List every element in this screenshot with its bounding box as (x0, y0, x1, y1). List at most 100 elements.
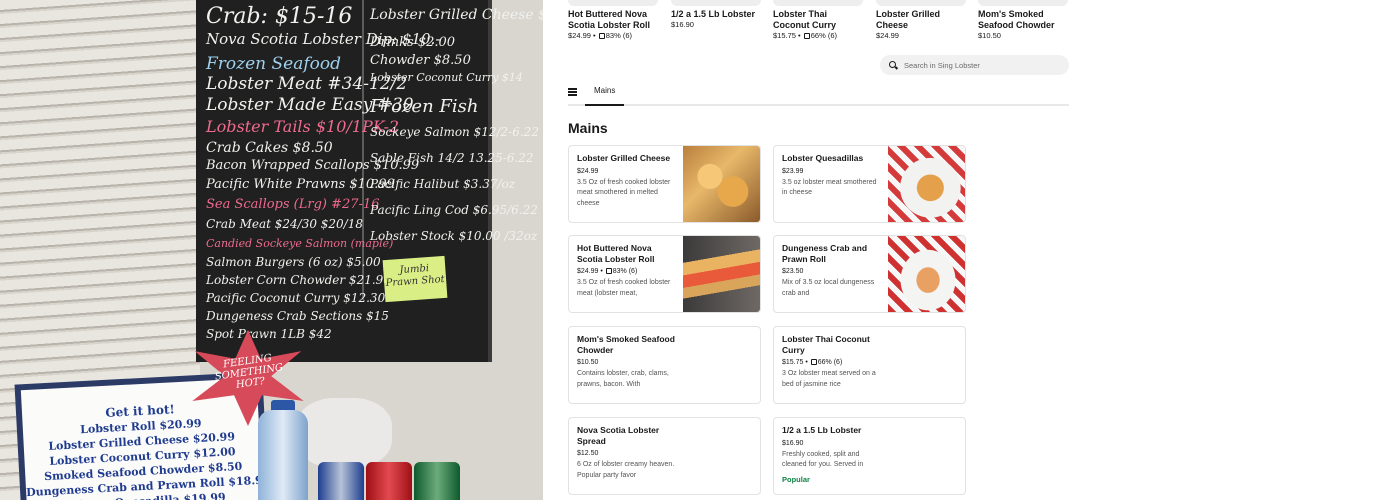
featured-item-name: Lobster Thai Coconut Curry (773, 9, 836, 30)
menu-item-description: 3 Oz lobster meat served on a bed of jas… (782, 370, 876, 388)
chalk-line: Pacific Coconut Curry $12.30 (206, 291, 386, 305)
chalk-line: Lobster Corn Chowder $21.90 (206, 273, 391, 287)
featured-item-image (876, 0, 966, 6)
menu-item-meta: $24.99 • 83% (6) (577, 268, 638, 275)
chalk-line: Lobster Stock $10.00 /32oz (370, 229, 538, 243)
menu-item-description: Contains lobster, crab, clams, prawns, b… (577, 370, 669, 388)
menu-item-image (888, 236, 965, 312)
search-icon (889, 61, 896, 68)
featured-item-rating: 83% (6) (605, 31, 633, 40)
chalk-line: Crab Meat $24/30 $20/18 (206, 217, 363, 231)
chalk-line: Frozen Seafood (206, 54, 342, 74)
menu-item-description: 3.5 oz lobster meat smothered in cheese (782, 178, 877, 197)
chalk-line: Salmon Burgers (6 oz) $5.00 (206, 255, 381, 269)
chalk-line: Drinks $2.00 (370, 35, 456, 50)
menu-item-name: Hot Buttered Nova Scotia Lobster Roll (577, 243, 655, 264)
chalk-line: Pacific Ling Cod $6.95/6.22 (370, 203, 538, 217)
plastic-bag (296, 398, 392, 468)
menu-item-card[interactable]: Lobster Thai Coconut Curry $15.75 • 66% … (773, 326, 966, 404)
soda-can (366, 462, 412, 500)
featured-item-price: $24.99 (568, 31, 591, 40)
category-tabs: Mains (568, 78, 1069, 106)
featured-item-image (773, 0, 863, 6)
menu-item-info: Mom's Smoked Seafood Chowder $10.50 Cont… (577, 334, 677, 400)
chalk-line: Pacific White Prawns $10.99 (206, 177, 395, 192)
menu-item-name: Dungeness Crab and Prawn Roll (782, 243, 868, 264)
menu-item-card[interactable]: Dungeness Crab and Prawn Roll $23.50 Mix… (773, 235, 966, 313)
menu-panel: Hot Buttered Nova Scotia Lobster Roll $2… (543, 0, 1400, 500)
popular-badge: Popular (782, 475, 810, 484)
section-title: Mains (568, 120, 608, 136)
store-page: Crab: $15-16 Nova Scotia Lobster Dip: $1… (0, 0, 1400, 500)
chalk-line: Sockeye Salmon $12/2-6.22 (370, 125, 539, 139)
featured-item-name: Mom's Smoked Seafood Chowder (978, 9, 1055, 30)
menu-item-info: 1/2 a 1.5 Lb Lobster $16.90 Freshly cook… (782, 425, 882, 471)
chalk-line: Frozen Fish (370, 96, 479, 117)
chalk-line: Crab Cakes $8.50 (206, 140, 333, 156)
chalk-line: Chowder $8.50 (370, 53, 471, 68)
store-hero-photo: Crab: $15-16 Nova Scotia Lobster Dip: $1… (0, 0, 543, 500)
menu-item-price: $15.75 (782, 359, 804, 366)
featured-item-name: Hot Buttered Nova Scotia Lobster Roll (568, 9, 651, 30)
chalk-line: Sea Scallops (Lrg) #27-16 (206, 197, 380, 212)
featured-items-carousel: Hot Buttered Nova Scotia Lobster Roll $2… (568, 0, 1088, 50)
menu-item-rating: 66% (6) (817, 359, 843, 366)
menu-item-card[interactable]: Lobster Grilled Cheese $24.99 3.5 Oz of … (568, 145, 761, 223)
menu-item-card[interactable]: Nova Scotia Lobster Spread $12.50 6 Oz o… (568, 417, 761, 495)
menu-item-card[interactable]: 1/2 a 1.5 Lb Lobster $16.90 Freshly cook… (773, 417, 966, 495)
tab-mains[interactable]: Mains (585, 78, 625, 106)
featured-item-name: Lobster Grilled Cheese (876, 9, 941, 30)
menu-item-description: 6 Oz of lobster creamy heaven. Popular p… (577, 461, 675, 479)
menu-item-price: $23.50 (782, 268, 804, 275)
soda-can (318, 462, 364, 500)
featured-item-image (978, 0, 1068, 6)
featured-item-image (568, 0, 658, 6)
menu-item-info: Lobster Grilled Cheese $24.99 3.5 Oz of … (577, 153, 677, 209)
chalk-line: Spot Prawn 1LB $42 (206, 327, 332, 341)
featured-item-meta: $24.99 • 83% (6) (568, 31, 633, 40)
menu-item-image (888, 146, 965, 222)
featured-item-rating: 66% (6) (810, 31, 838, 40)
menu-item-price: $23.99 (782, 167, 804, 175)
menu-search[interactable] (880, 55, 1069, 75)
water-bottle (258, 410, 308, 500)
menu-item-description: 3.5 Oz of fresh cooked lobster meat smot… (577, 178, 671, 207)
menu-item-meta: $15.75 • 66% (6) (782, 359, 843, 366)
menu-item-info: Nova Scotia Lobster Spread $12.50 6 Oz o… (577, 425, 677, 491)
menu-item-price: $12.50 (577, 450, 599, 457)
chalk-line: Candied Sockeye Salmon (maple) (206, 237, 394, 250)
featured-item-price: $10.50 (978, 31, 1001, 40)
menu-item-price: $24.99 (577, 268, 599, 275)
thumbs-up-icon (810, 359, 817, 365)
menu-item-card[interactable]: Mom's Smoked Seafood Chowder $10.50 Cont… (568, 326, 761, 404)
featured-item-meta: $15.75 • 66% (6) (773, 31, 838, 40)
chalk-line: Sable Fish 14/2 13.25-6.22 (370, 151, 534, 165)
thumbs-up-icon (605, 268, 612, 274)
featured-item-image (671, 0, 761, 6)
menu-item-name: Nova Scotia Lobster Spread (577, 425, 660, 446)
menu-item-card[interactable]: Hot Buttered Nova Scotia Lobster Roll $2… (568, 235, 761, 313)
menu-item-name: Lobster Thai Coconut Curry (782, 334, 870, 355)
menu-item-image (683, 146, 760, 222)
chalk-line: Crab: $15-16 (206, 4, 353, 29)
list-menu-icon[interactable] (568, 88, 577, 96)
chalk-line: Dungeness Crab Sections $15 (206, 309, 389, 323)
menu-item-image (683, 236, 760, 312)
menu-item-price: $24.99 (577, 167, 599, 175)
menu-item-card[interactable]: Lobster Quesadillas $23.99 3.5 oz lobste… (773, 145, 966, 223)
chalk-line: Lobster Grilled Cheese $20.99 (370, 7, 543, 23)
menu-item-rating: 83% (6) (612, 268, 638, 275)
search-input[interactable] (904, 59, 1064, 71)
menu-item-name: Lobster Quesadillas (782, 153, 864, 163)
menu-item-name: 1/2 a 1.5 Lb Lobster (782, 425, 862, 435)
menu-item-info: Dungeness Crab and Prawn Roll $23.50 Mix… (782, 243, 882, 309)
featured-item-price: $16.90 (671, 20, 694, 29)
chalk-line: Lobster Coconut Curry $14 (370, 71, 523, 84)
thumbs-up-icon (803, 33, 810, 39)
menu-item-price: $10.50 (577, 359, 599, 366)
thumbs-up-icon (598, 33, 605, 39)
menu-item-name: Mom's Smoked Seafood Chowder (577, 334, 675, 355)
menu-item-price: $16.90 (782, 439, 804, 447)
menu-item-info: Lobster Thai Coconut Curry $15.75 • 66% … (782, 334, 882, 400)
menu-item-description: Mix of 3.5 oz local dungeness crab and (782, 279, 875, 297)
